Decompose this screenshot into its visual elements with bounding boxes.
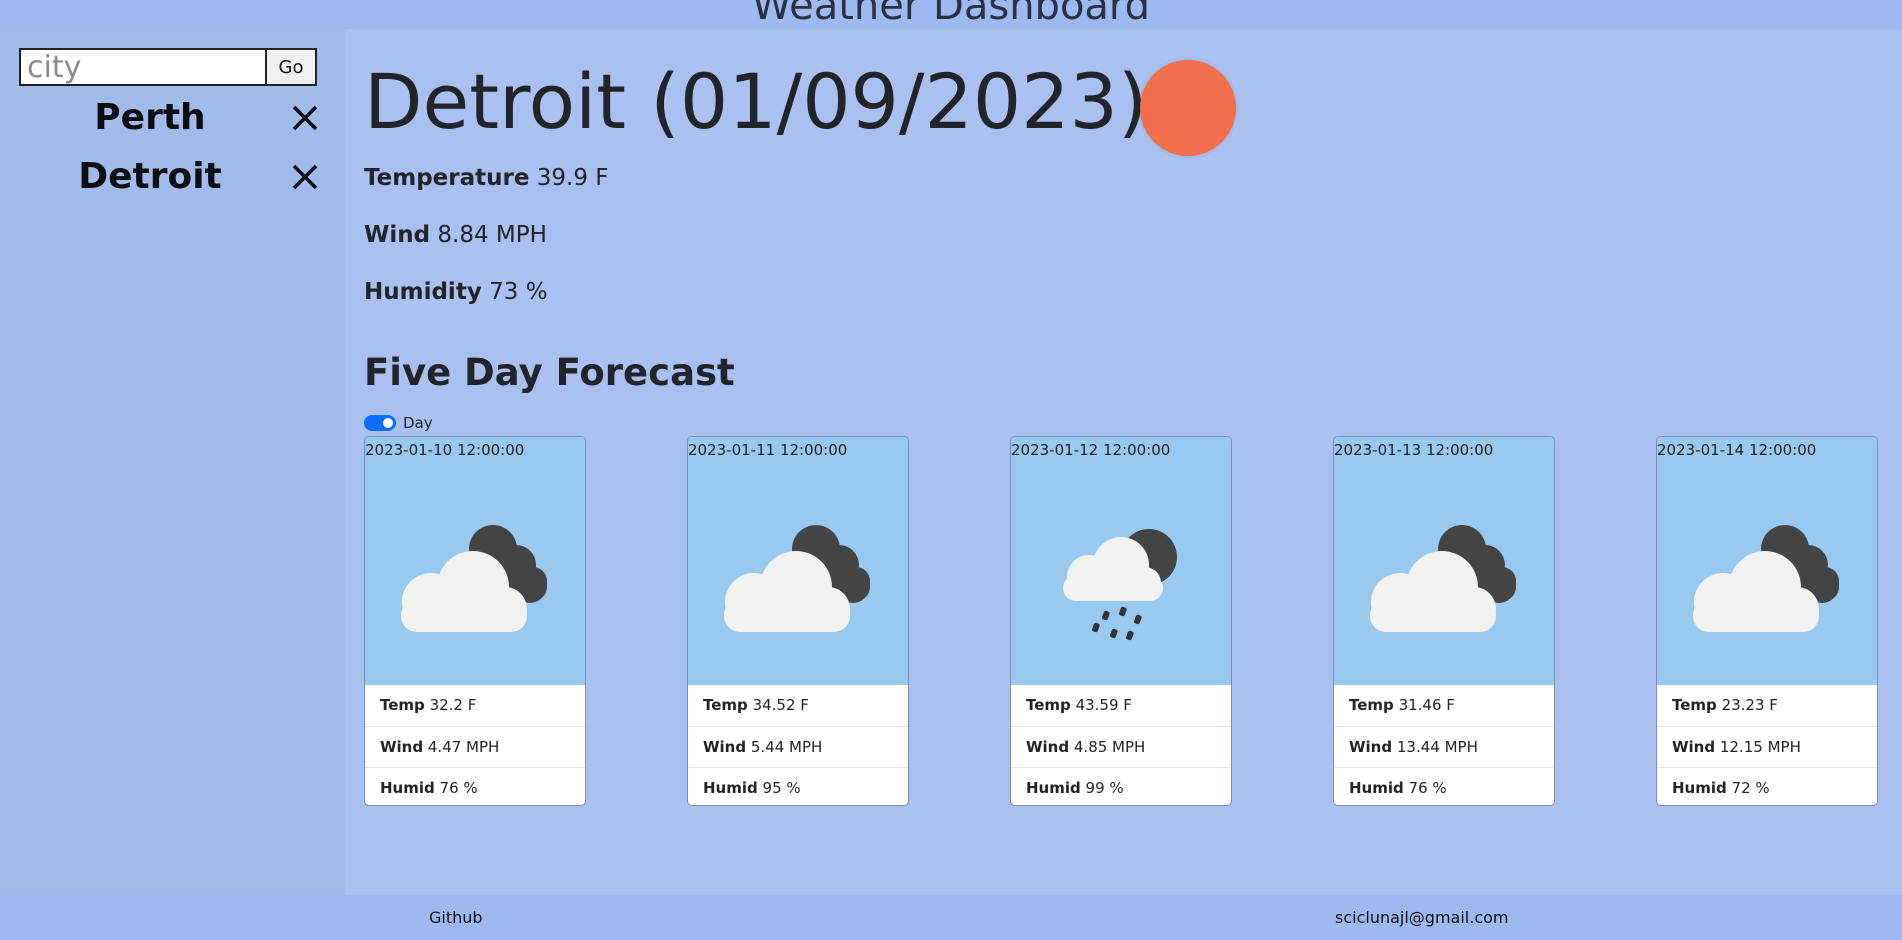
forecast-wind: Wind 4.47 MPH bbox=[365, 726, 585, 766]
footer: Github sciclunajl@gmail.com bbox=[0, 895, 1902, 940]
wind-value: 5.44 MPH bbox=[750, 738, 823, 756]
temp-label: Temp bbox=[380, 696, 425, 714]
humid-label: Humid bbox=[1349, 779, 1404, 797]
forecast-wind: Wind 4.85 MPH bbox=[1011, 726, 1231, 766]
humid-value: 76 % bbox=[1408, 779, 1447, 797]
temp-label: Temp bbox=[1349, 696, 1394, 714]
temp-label: Temp bbox=[703, 696, 748, 714]
wind-value: 8.84 MPH bbox=[437, 222, 547, 248]
cloudy-night-icon bbox=[724, 525, 870, 632]
wind-value: 4.47 MPH bbox=[427, 738, 500, 756]
current-city-heading: Detroit (01/09/2023) bbox=[364, 57, 1148, 146]
humid-value: 95 % bbox=[762, 779, 801, 797]
humid-label: Humid bbox=[703, 779, 758, 797]
forecast-card: 2023-01-14 12:00:00 Temp 23.23 F Wind 12… bbox=[1656, 436, 1878, 806]
day-toggle-label: Day bbox=[403, 414, 433, 432]
wind-value: 4.85 MPH bbox=[1073, 738, 1146, 756]
current-wind: Wind 8.84 MPH bbox=[364, 222, 547, 248]
forecast-temp: Temp 31.46 F bbox=[1334, 685, 1554, 725]
forecast-humid: Humid 72 % bbox=[1657, 767, 1877, 805]
humid-label: Humid bbox=[1026, 779, 1081, 797]
history-item-label[interactable]: Detroit bbox=[0, 152, 300, 202]
wind-label: Wind bbox=[364, 222, 431, 248]
forecast-temp: Temp 23.23 F bbox=[1657, 685, 1877, 725]
forecast-date: 2023-01-13 12:00:00 bbox=[1334, 441, 1494, 459]
humidity-label: Humidity bbox=[364, 279, 482, 305]
wind-label: Wind bbox=[380, 738, 424, 756]
humid-value: 76 % bbox=[439, 779, 478, 797]
temperature-value: 39.9 F bbox=[536, 165, 609, 191]
forecast-card-image: 2023-01-12 12:00:00 bbox=[1011, 437, 1231, 685]
history-item-label[interactable]: Perth bbox=[0, 93, 300, 143]
temp-label: Temp bbox=[1026, 696, 1071, 714]
go-button[interactable]: Go bbox=[265, 48, 317, 86]
forecast-card-image: 2023-01-11 12:00:00 bbox=[688, 437, 908, 685]
history-item-detroit[interactable]: Detroit bbox=[0, 152, 330, 202]
forecast-wind: Wind 12.15 MPH bbox=[1657, 726, 1877, 766]
forecast-wind: Wind 13.44 MPH bbox=[1334, 726, 1554, 766]
humid-value: 99 % bbox=[1085, 779, 1124, 797]
cloudy-night-icon bbox=[1370, 525, 1516, 632]
header-bar: Weather Dashboard bbox=[0, 0, 1902, 29]
temp-value: 23.23 F bbox=[1721, 696, 1778, 714]
day-toggle-switch[interactable] bbox=[364, 415, 396, 431]
email-link[interactable]: sciclunajl@gmail.com bbox=[1335, 908, 1509, 927]
humid-value: 72 % bbox=[1731, 779, 1770, 797]
snow-night-icon bbox=[1063, 529, 1177, 641]
temperature-label: Temperature bbox=[364, 165, 530, 191]
wind-label: Wind bbox=[1349, 738, 1393, 756]
forecast-humid: Humid 95 % bbox=[688, 767, 908, 805]
temp-value: 34.52 F bbox=[752, 696, 809, 714]
github-link[interactable]: Github bbox=[429, 908, 483, 927]
forecast-date: 2023-01-11 12:00:00 bbox=[688, 441, 848, 459]
wind-label: Wind bbox=[1672, 738, 1716, 756]
cloudy-night-icon bbox=[1693, 525, 1839, 632]
sun-icon bbox=[1140, 60, 1236, 156]
main-content: Detroit (01/09/2023) Temperature 39.9 F … bbox=[345, 29, 1902, 895]
forecast-date: 2023-01-12 12:00:00 bbox=[1011, 441, 1171, 459]
forecast-date: 2023-01-10 12:00:00 bbox=[365, 441, 525, 459]
forecast-title: Five Day Forecast bbox=[364, 351, 735, 394]
forecast-temp: Temp 43.59 F bbox=[1011, 685, 1231, 725]
wind-value: 13.44 MPH bbox=[1396, 738, 1478, 756]
close-icon[interactable] bbox=[288, 101, 322, 135]
humid-label: Humid bbox=[1672, 779, 1727, 797]
temp-value: 43.59 F bbox=[1075, 696, 1132, 714]
forecast-card: 2023-01-10 12:00:00 Temp 32.2 F Wind 4.4… bbox=[364, 436, 586, 806]
forecast-card-image: 2023-01-10 12:00:00 bbox=[365, 437, 585, 685]
wind-label: Wind bbox=[703, 738, 747, 756]
temp-label: Temp bbox=[1672, 696, 1717, 714]
sidebar: Go Perth Detroit bbox=[0, 29, 345, 895]
forecast-card-image: 2023-01-13 12:00:00 bbox=[1334, 437, 1554, 685]
forecast-card: 2023-01-11 12:00:00 Temp 34.52 F Wind 5.… bbox=[687, 436, 909, 806]
page-title: Weather Dashboard bbox=[751, 0, 1151, 29]
forecast-wind: Wind 5.44 MPH bbox=[688, 726, 908, 766]
forecast-humid: Humid 76 % bbox=[1334, 767, 1554, 805]
history-item-perth[interactable]: Perth bbox=[0, 93, 330, 143]
forecast-temp: Temp 34.52 F bbox=[688, 685, 908, 725]
wind-value: 12.15 MPH bbox=[1719, 738, 1801, 756]
city-search-input[interactable] bbox=[19, 48, 279, 86]
humid-label: Humid bbox=[380, 779, 435, 797]
close-icon[interactable] bbox=[288, 160, 322, 194]
current-humidity: Humidity 73 % bbox=[364, 279, 548, 305]
cloudy-night-icon bbox=[401, 525, 547, 632]
temp-value: 31.46 F bbox=[1398, 696, 1455, 714]
forecast-card-image: 2023-01-14 12:00:00 bbox=[1657, 437, 1877, 685]
forecast-temp: Temp 32.2 F bbox=[365, 685, 585, 725]
forecast-card: 2023-01-13 12:00:00 Temp 31.46 F Wind 13… bbox=[1333, 436, 1555, 806]
current-temperature: Temperature 39.9 F bbox=[364, 165, 609, 191]
search-form: Go bbox=[19, 48, 319, 86]
temp-value: 32.2 F bbox=[429, 696, 477, 714]
forecast-date: 2023-01-14 12:00:00 bbox=[1657, 441, 1817, 459]
humidity-value: 73 % bbox=[489, 279, 548, 305]
forecast-card: 2023-01-12 12:00:00 Temp 43.59 F Wind 4.… bbox=[1010, 436, 1232, 806]
forecast-humid: Humid 76 % bbox=[365, 767, 585, 805]
wind-label: Wind bbox=[1026, 738, 1070, 756]
forecast-humid: Humid 99 % bbox=[1011, 767, 1231, 805]
